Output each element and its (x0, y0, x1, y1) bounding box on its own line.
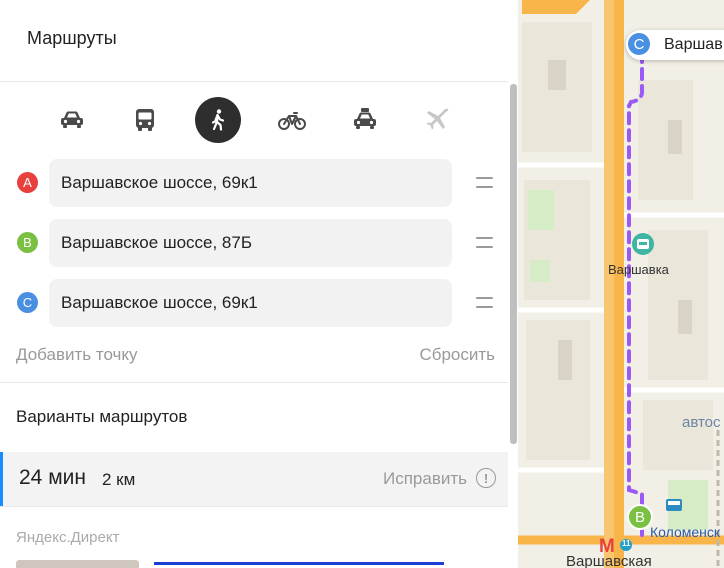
transport-mode-selector (0, 97, 508, 143)
map-canvas: M (518, 0, 724, 568)
route-point-a: A (0, 159, 508, 207)
route-time: 24 мин (19, 466, 86, 489)
route-distance: 2 км (102, 470, 136, 489)
drag-handle-icon[interactable] (476, 296, 493, 310)
mode-bus-button[interactable] (122, 97, 168, 143)
map-label-kolomenskaya: Коломенск (650, 524, 721, 540)
car-icon (61, 111, 83, 128)
mode-taxi-button[interactable] (342, 97, 388, 143)
routes-panel: Маршруты A Варшавское шоссе, 69к1 B Варш… (0, 0, 518, 568)
route-point-c: C (0, 279, 508, 327)
point-a-input[interactable] (49, 159, 452, 207)
plane-icon (426, 108, 449, 130)
route-point-b: B (0, 219, 508, 267)
point-a-badge: A (17, 172, 38, 193)
map-label-auto: автос (682, 414, 721, 431)
mode-walk-button[interactable] (195, 97, 241, 143)
bus-icon (136, 109, 154, 131)
mode-plane-button[interactable] (415, 97, 461, 143)
ad-image[interactable] (16, 560, 139, 568)
panel-title: Маршруты (27, 28, 117, 48)
drag-handle-icon[interactable] (476, 236, 493, 250)
mode-car-button[interactable] (49, 97, 95, 143)
drag-handle-icon[interactable] (476, 176, 493, 190)
scrollbar-thumb[interactable] (510, 84, 517, 444)
station-label-varshavka: Варшавка (608, 262, 669, 277)
ad-link[interactable] (154, 562, 444, 565)
map-label-varshavskaya: Варшавская (566, 553, 652, 568)
mode-bike-button[interactable] (269, 97, 315, 143)
bicycle-icon (278, 112, 306, 130)
reset-link[interactable]: Сбросить (419, 345, 495, 365)
route-variant-item[interactable]: 24 мин 2 км Исправить ! (0, 452, 508, 506)
fix-route-link[interactable]: Исправить (383, 469, 467, 489)
pedestrian-icon (211, 109, 225, 131)
metro-line-number: 11 (622, 539, 631, 548)
taxi-icon (354, 108, 376, 129)
point-b-badge: B (17, 232, 38, 253)
ad-label: Яндекс.Директ (16, 529, 120, 546)
section-divider (0, 382, 508, 383)
info-icon[interactable]: ! (476, 468, 496, 488)
point-b-input[interactable] (49, 219, 452, 267)
header-divider (0, 81, 518, 82)
add-point-link[interactable]: Добавить точку (16, 345, 138, 365)
point-c-input[interactable] (49, 279, 452, 327)
map-pin-c[interactable]: C (626, 31, 652, 57)
map-view[interactable]: M Варшав C B Варшавка автос Коломенск 11… (518, 0, 724, 568)
point-c-badge: C (17, 292, 38, 313)
route-variants-title: Варианты маршрутов (16, 407, 188, 426)
section-divider (0, 506, 508, 507)
